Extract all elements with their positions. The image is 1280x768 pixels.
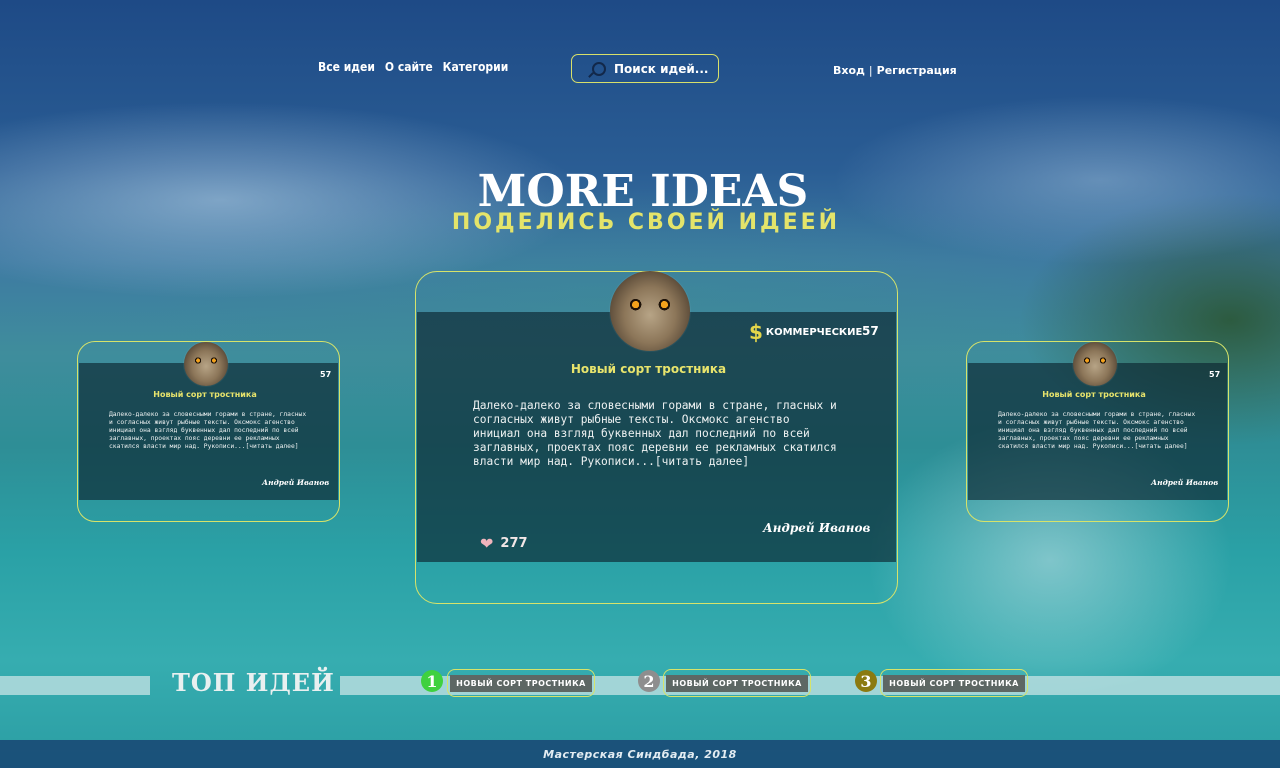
auth-separator: | [868, 64, 873, 77]
top-idea-item-2[interactable]: НОВЫЙ СОРТ ТРОСТНИКА [663, 669, 811, 697]
dollar-icon: $ [749, 320, 763, 344]
likes-counter[interactable]: ❤ 277 [480, 534, 528, 553]
hero-subtitle: ПОДЕЛИСЬ СВОЕЙ ИДЕЕЙ [451, 210, 841, 235]
card-author: Андрей Иванов [262, 478, 330, 487]
card-title[interactable]: Новый сорт тростника [968, 390, 1220, 399]
likes-count: 277 [500, 536, 528, 551]
card-title[interactable]: Новый сорт тростника [417, 362, 880, 376]
nav-all-ideas[interactable]: Все идеи [318, 60, 375, 74]
auth-links: Вход | Регистрация [833, 64, 957, 77]
nav-categories[interactable]: Категории [443, 60, 509, 74]
top-idea-item-3[interactable]: НОВЫЙ СОРТ ТРОСТНИКА [880, 669, 1028, 697]
rank-badge-3: 3 [855, 670, 877, 692]
card-count: 57 [320, 370, 332, 379]
card-excerpt: Далеко-далеко за словесными горами в стр… [109, 411, 307, 450]
top-ideas-title: ТОП ИДЕЙ [172, 668, 335, 697]
register-link[interactable]: Регистрация [877, 64, 957, 77]
owl-avatar [610, 271, 690, 351]
rank-badge-2: 2 [638, 670, 660, 692]
search-input[interactable]: Поиск идей... [571, 54, 719, 83]
nav-about[interactable]: О сайте [385, 60, 433, 74]
search-placeholder: Поиск идей... [614, 61, 709, 76]
card-category-label: КОММЕРЧЕСКИЕ [765, 326, 863, 338]
card-excerpt: Далеко-далеко за словесными горами в стр… [998, 411, 1196, 450]
card-title[interactable]: Новый сорт тростника [79, 390, 331, 399]
search-icon [592, 61, 606, 76]
footer-copyright: Мастерская Синдбада, 2018 [543, 747, 737, 761]
owl-avatar [184, 342, 228, 386]
footer: Мастерская Синдбада, 2018 [0, 740, 1280, 768]
card-count: 57 [1209, 370, 1221, 379]
heart-icon: ❤ [480, 534, 494, 553]
top-idea-label: НОВЫЙ СОРТ ТРОСТНИКА [666, 675, 808, 692]
card-excerpt: Далеко-далеко за словесными горами в стр… [473, 399, 837, 468]
card-author: Андрей Иванов [763, 521, 871, 535]
login-link[interactable]: Вход [833, 64, 865, 77]
owl-avatar [1073, 342, 1117, 386]
main-nav: Все идеи О сайте Категории [318, 60, 508, 74]
rank-badge-1: 1 [421, 670, 443, 692]
top-idea-item-1[interactable]: НОВЫЙ СОРТ ТРОСТНИКА [447, 669, 595, 697]
top-idea-label: НОВЫЙ СОРТ ТРОСТНИКА [450, 675, 592, 692]
top-band-left [0, 676, 150, 695]
card-count: 57 [862, 324, 879, 338]
card-category[interactable]: $ КОММЕРЧЕСКИЕ [749, 320, 862, 344]
card-author: Андрей Иванов [1151, 478, 1219, 487]
top-idea-label: НОВЫЙ СОРТ ТРОСТНИКА [883, 675, 1025, 692]
